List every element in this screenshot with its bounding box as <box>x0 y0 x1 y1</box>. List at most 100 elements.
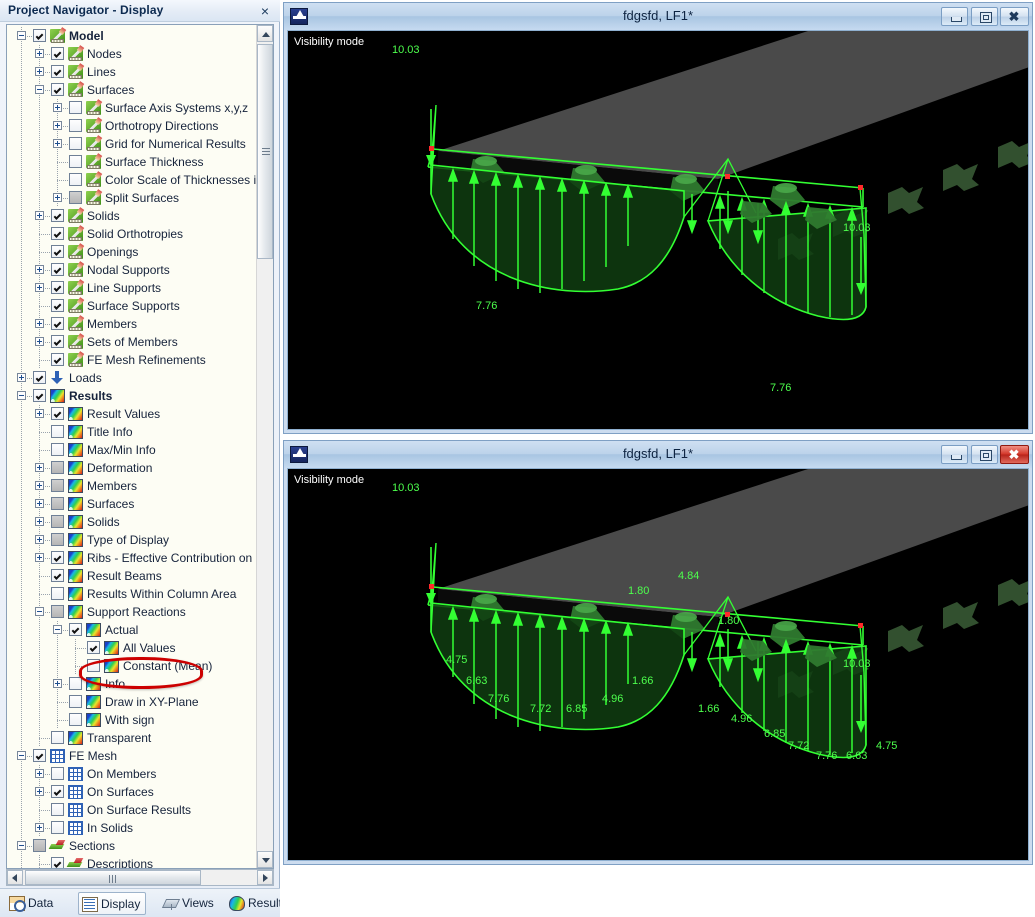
checkbox[interactable] <box>51 803 64 816</box>
checkbox[interactable] <box>51 515 64 528</box>
tree-item-constant-mean[interactable]: Constant (Mean) <box>7 657 258 675</box>
scroll-right-button[interactable] <box>257 870 273 885</box>
expand-icon[interactable] <box>53 121 62 130</box>
tree-item-surfaces[interactable]: Surfaces <box>7 81 258 99</box>
display-tree[interactable]: ModelNodesLinesSurfacesSurface Axis Syst… <box>7 27 258 868</box>
tree-item-lines[interactable]: Lines <box>7 63 258 81</box>
maximize-icon[interactable] <box>971 445 998 464</box>
checkbox[interactable] <box>51 425 64 438</box>
checkbox[interactable] <box>69 173 82 186</box>
tree-item-result-beams[interactable]: Result Beams <box>7 567 258 585</box>
checkbox[interactable] <box>51 479 64 492</box>
tree-item-fe-mesh-refinements[interactable]: FE Mesh Refinements <box>7 351 258 369</box>
checkbox[interactable] <box>51 443 64 456</box>
expand-icon[interactable] <box>35 499 44 508</box>
tree-item-line-supports[interactable]: Line Supports <box>7 279 258 297</box>
tree-item-all-values[interactable]: All Values <box>7 639 258 657</box>
expand-icon[interactable] <box>53 193 62 202</box>
collapse-icon[interactable] <box>17 391 26 400</box>
collapse-icon[interactable] <box>35 85 44 94</box>
tree-item-surface-axis-systems-x-y-z[interactable]: Surface Axis Systems x,y,z <box>7 99 258 117</box>
tree-item-model[interactable]: Model <box>7 27 258 45</box>
viewport-window-top[interactable]: fdgsfd, LF1* ✖ Visibility mode <box>283 2 1033 434</box>
expand-icon[interactable] <box>53 103 62 112</box>
expand-icon[interactable] <box>35 769 44 778</box>
tree-item-solids[interactable]: Solids <box>7 207 258 225</box>
checkbox[interactable] <box>33 29 46 42</box>
minimize-icon[interactable] <box>941 445 968 464</box>
close-icon[interactable]: ✖ <box>1000 7 1029 26</box>
tree-item-actual[interactable]: Actual <box>7 621 258 639</box>
checkbox[interactable] <box>69 623 82 636</box>
scroll-left-button[interactable] <box>7 870 23 885</box>
tree-item-result-values[interactable]: Result Values <box>7 405 258 423</box>
checkbox[interactable] <box>51 245 64 258</box>
checkbox[interactable] <box>51 47 64 60</box>
checkbox[interactable] <box>33 749 46 762</box>
tree-item-transparent[interactable]: Transparent <box>7 729 258 747</box>
expand-icon[interactable] <box>35 265 44 274</box>
scroll-up-button[interactable] <box>257 25 273 42</box>
close-icon[interactable]: ✖ <box>1000 445 1029 464</box>
tree-item-ribs-effective-contribution-on-s[interactable]: Ribs - Effective Contribution on S <box>7 549 258 567</box>
checkbox[interactable] <box>51 497 64 510</box>
expand-icon[interactable] <box>35 481 44 490</box>
tree-horizontal-scrollbar[interactable] <box>6 869 274 886</box>
expand-icon[interactable] <box>35 67 44 76</box>
maximize-icon[interactable] <box>971 7 998 26</box>
checkbox[interactable] <box>51 65 64 78</box>
checkbox[interactable] <box>51 299 64 312</box>
expand-icon[interactable] <box>35 283 44 292</box>
checkbox[interactable] <box>69 155 82 168</box>
tree-item-grid-for-numerical-results[interactable]: Grid for Numerical Results <box>7 135 258 153</box>
checkbox[interactable] <box>51 569 64 582</box>
viewport-window-bottom[interactable]: fdgsfd, LF1* ✖ Visibility mode <box>283 440 1033 865</box>
tree-item-on-surfaces[interactable]: On Surfaces <box>7 783 258 801</box>
checkbox[interactable] <box>69 191 82 204</box>
minimize-icon[interactable] <box>941 7 968 26</box>
collapse-icon[interactable] <box>17 751 26 760</box>
checkbox[interactable] <box>51 263 64 276</box>
tree-item-fe-mesh[interactable]: FE Mesh <box>7 747 258 765</box>
collapse-icon[interactable] <box>53 625 62 634</box>
expand-icon[interactable] <box>35 337 44 346</box>
expand-icon[interactable] <box>35 787 44 796</box>
viewport-bottom-canvas[interactable]: Visibility mode <box>287 468 1029 861</box>
tree-item-nodal-supports[interactable]: Nodal Supports <box>7 261 258 279</box>
checkbox[interactable] <box>51 209 64 222</box>
expand-icon[interactable] <box>35 49 44 58</box>
checkbox[interactable] <box>51 533 64 546</box>
expand-icon[interactable] <box>53 679 62 688</box>
tree-item-surface-supports[interactable]: Surface Supports <box>7 297 258 315</box>
expand-icon[interactable] <box>35 211 44 220</box>
expand-icon[interactable] <box>17 373 26 382</box>
tree-item-members[interactable]: Members <box>7 477 258 495</box>
expand-icon[interactable] <box>35 517 44 526</box>
viewport-top-title-bar[interactable]: fdgsfd, LF1* ✖ <box>284 3 1032 30</box>
tree-item-surface-thickness[interactable]: Surface Thickness <box>7 153 258 171</box>
checkbox[interactable] <box>51 335 64 348</box>
viewport-top-canvas[interactable]: Visibility mode <box>287 30 1029 430</box>
tree-item-type-of-display[interactable]: Type of Display <box>7 531 258 549</box>
tree-item-color-scale-of-thicknesses-in[interactable]: Color Scale of Thicknesses in <box>7 171 258 189</box>
collapse-icon[interactable] <box>35 607 44 616</box>
tree-item-info[interactable]: Info <box>7 675 258 693</box>
tree-item-with-sign[interactable]: With sign <box>7 711 258 729</box>
checkbox[interactable] <box>51 785 64 798</box>
tree-item-on-members[interactable]: On Members <box>7 765 258 783</box>
expand-icon[interactable] <box>35 409 44 418</box>
tree-item-results-within-column-area[interactable]: Results Within Column Area <box>7 585 258 603</box>
checkbox[interactable] <box>33 839 46 852</box>
checkbox[interactable] <box>51 83 64 96</box>
tab-data[interactable]: Data <box>6 892 58 915</box>
tree-item-members[interactable]: Members <box>7 315 258 333</box>
tree-item-draw-in-xy-plane[interactable]: Draw in XY-Plane <box>7 693 258 711</box>
checkbox[interactable] <box>51 317 64 330</box>
tree-item-sections[interactable]: Sections <box>7 837 258 855</box>
checkbox[interactable] <box>51 407 64 420</box>
tree-item-title-info[interactable]: Title Info <box>7 423 258 441</box>
checkbox[interactable] <box>87 659 100 672</box>
tab-views[interactable]: Views <box>160 892 219 915</box>
expand-icon[interactable] <box>35 823 44 832</box>
tree-item-descriptions[interactable]: Descriptions <box>7 855 258 868</box>
